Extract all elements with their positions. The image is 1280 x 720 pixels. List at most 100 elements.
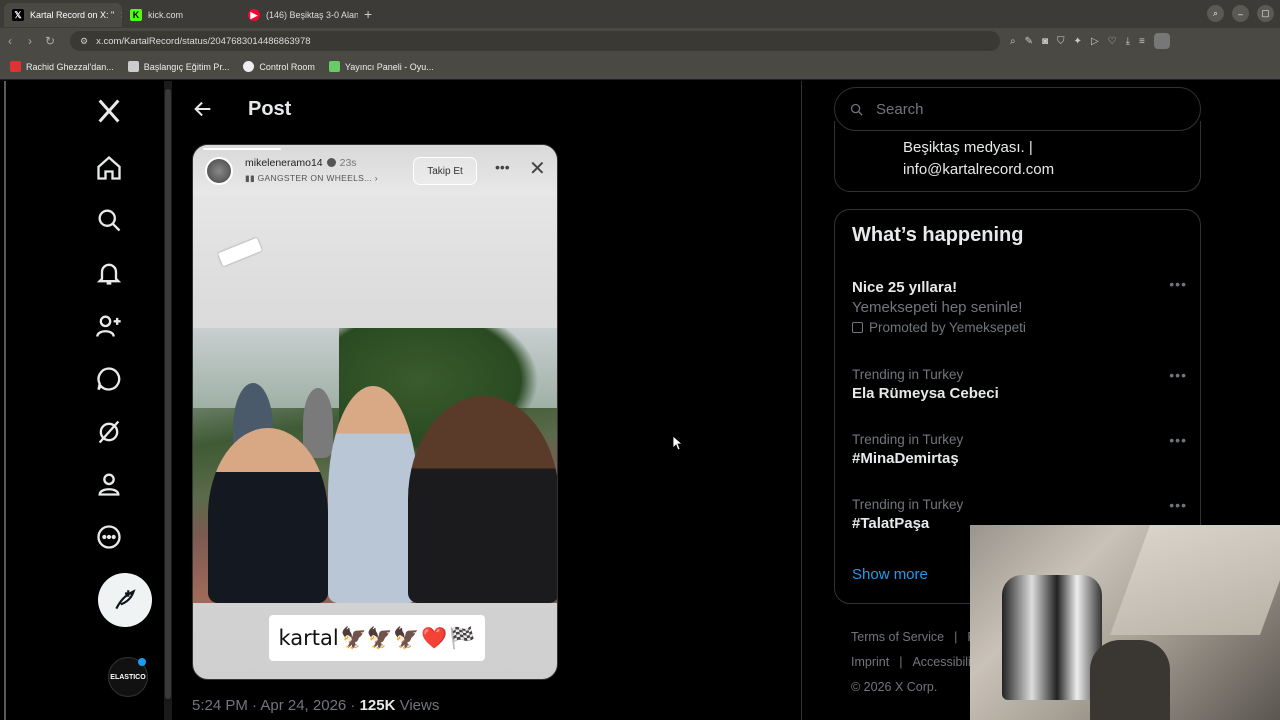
url-field[interactable]: ⚙ x.com/KartalRecord/status/204768301448… bbox=[70, 31, 1000, 51]
edit-icon[interactable]: ✎ bbox=[1025, 36, 1033, 47]
bio-email[interactable]: info@kartalrecord.com bbox=[903, 159, 1054, 181]
extension-icons: ⌕ ✎ ◙ ⛉ ✦ ▷ ♡ ⤓ ≡ bbox=[1010, 33, 1170, 49]
tab-kick[interactable]: K kick.com bbox=[122, 3, 240, 27]
search-placeholder: Search bbox=[876, 100, 924, 118]
footer-separator: | bbox=[899, 655, 903, 669]
trend-context: Trending in Turkey bbox=[852, 367, 964, 382]
tab-youtube[interactable]: ▶ (146) Beşiktaş 3-0 Alany bbox=[240, 3, 358, 27]
notification-dot bbox=[138, 658, 146, 666]
account-avatar[interactable]: ELASTICO bbox=[108, 657, 148, 697]
photo-person bbox=[328, 386, 418, 603]
follow-button[interactable]: Takip Et bbox=[413, 157, 477, 185]
page-title: Post bbox=[248, 97, 292, 120]
mouse-cursor-icon bbox=[672, 435, 682, 451]
shield-icon[interactable]: ⛉ bbox=[1057, 36, 1065, 47]
play-icon[interactable]: ▷ bbox=[1091, 36, 1099, 47]
more-dots-icon[interactable]: ••• bbox=[1169, 367, 1187, 383]
maximize-icon[interactable]: ▢ bbox=[1257, 5, 1274, 22]
search-icon[interactable] bbox=[90, 201, 128, 239]
promoted-label: Promoted by Yemeksepeti bbox=[852, 320, 1187, 335]
more-circle-icon[interactable] bbox=[90, 518, 128, 556]
window-controls: ⌕ – ▢ bbox=[1207, 5, 1274, 22]
story-music-title: GANGSTER ON WHEELS... bbox=[257, 173, 373, 183]
more-dots-icon[interactable]: ••• bbox=[495, 159, 510, 175]
checkered-flag-icon: 🏁 bbox=[449, 625, 476, 650]
page-icon bbox=[127, 61, 139, 72]
music-bars-icon: ▮▮ bbox=[245, 173, 258, 183]
close-icon[interactable]: ✕ bbox=[529, 159, 546, 179]
more-dots-icon[interactable]: ••• bbox=[1169, 276, 1187, 292]
post-header: Post bbox=[176, 81, 802, 137]
photo-person bbox=[408, 396, 557, 603]
trend-name: Ela Rümeysa Cebeci bbox=[852, 385, 999, 402]
bookmark-favicon-icon bbox=[10, 61, 21, 72]
accessibility-link[interactable]: Accessibili bbox=[912, 655, 970, 669]
zoom-icon[interactable]: ⌕ bbox=[1010, 36, 1016, 47]
bell-icon[interactable] bbox=[90, 254, 128, 292]
story-user[interactable]: mikeleneramo14 23s bbox=[245, 157, 357, 169]
url-text: x.com/KartalRecord/status/20476830144868… bbox=[96, 35, 311, 47]
avatar[interactable] bbox=[205, 157, 233, 185]
copyright: © 2026 X Corp. bbox=[851, 680, 938, 694]
bookmark-item[interactable]: Control Room bbox=[243, 61, 315, 72]
bookmark-item[interactable]: Başlangıç Eğitim Pr... bbox=[127, 61, 229, 72]
new-tab-button[interactable]: + bbox=[364, 6, 372, 22]
compose-post-button[interactable] bbox=[98, 573, 152, 627]
extension-puzzle-icon[interactable]: ✦ bbox=[1074, 36, 1082, 47]
trend-item[interactable]: Trending in Turkey #MinaDemirtaş ••• bbox=[852, 432, 1187, 467]
camera-icon[interactable]: ◙ bbox=[1042, 36, 1048, 47]
terms-link[interactable]: Terms of Service bbox=[851, 630, 944, 644]
post-media[interactable]: mikeleneramo14 23s ▮▮ GANGSTER ON WHEELS.… bbox=[192, 144, 558, 680]
search-tabs-icon[interactable]: ⌕ bbox=[1207, 5, 1224, 22]
more-dots-icon[interactable]: ••• bbox=[1169, 497, 1187, 513]
verified-icon bbox=[326, 158, 336, 167]
kick-icon: K bbox=[130, 9, 142, 21]
nav-scrollbar[interactable] bbox=[164, 81, 172, 720]
section-title: What’s happening bbox=[852, 224, 1024, 246]
trend-context: Trending in Turkey bbox=[852, 497, 964, 512]
grok-icon[interactable] bbox=[90, 413, 128, 451]
show-more-link[interactable]: Show more bbox=[852, 566, 928, 583]
browser-tab-strip: 𝕏 Kartal Record on X: " ✕ K kick.com ▶ (… bbox=[0, 0, 1280, 28]
post-time[interactable]: 5:24 PM · Apr 24, 2026 · bbox=[192, 697, 360, 714]
address-bar-row: ‹ › ↻ ⚙ x.com/KartalRecord/status/204768… bbox=[0, 28, 1280, 54]
bookmark-item[interactable]: Yayıncı Paneli - Oyu... bbox=[328, 61, 434, 72]
site-info-icon[interactable]: ⚙ bbox=[80, 36, 88, 47]
more-dots-icon[interactable]: ••• bbox=[1169, 432, 1187, 448]
add-person-icon[interactable] bbox=[90, 307, 128, 345]
menu-icon[interactable]: ≡ bbox=[1139, 36, 1145, 47]
download-icon[interactable]: ⤓ bbox=[1126, 36, 1130, 47]
webcam-jersey bbox=[1002, 575, 1102, 700]
forward-arrow-icon[interactable]: › bbox=[20, 34, 40, 48]
x-logo-icon[interactable] bbox=[90, 92, 128, 130]
back-arrow-icon[interactable]: ‹ bbox=[0, 34, 20, 48]
home-icon[interactable] bbox=[90, 149, 128, 187]
heart-emoji-icon: ❤️ bbox=[421, 625, 448, 650]
profile-icon[interactable] bbox=[90, 465, 128, 503]
chat-bubble-icon[interactable] bbox=[90, 360, 128, 398]
bookmarks-bar: Rachid Ghezzal'dan... Başlangıç Eğitim P… bbox=[0, 54, 1280, 80]
bookmark-item[interactable]: Rachid Ghezzal'dan... bbox=[10, 61, 114, 72]
search-input[interactable]: Search bbox=[834, 87, 1201, 131]
webcam-wall bbox=[1109, 525, 1280, 635]
story-music[interactable]: ▮▮ GANGSTER ON WHEELS... › bbox=[245, 173, 378, 184]
story-sticker bbox=[217, 237, 263, 267]
tab-label: (146) Beşiktaş 3-0 Alany bbox=[266, 10, 358, 20]
minimize-icon[interactable]: – bbox=[1232, 5, 1249, 22]
back-arrow-icon[interactable] bbox=[192, 98, 214, 120]
search-icon bbox=[850, 103, 863, 116]
story-photo bbox=[193, 328, 557, 603]
profile-icon[interactable] bbox=[1153, 33, 1170, 49]
trend-context: Trending in Turkey bbox=[852, 432, 964, 447]
scrollbar-thumb[interactable] bbox=[165, 89, 171, 699]
trend-item[interactable]: Nice 25 yıllara! Yemeksepeti hep seninle… bbox=[852, 276, 1187, 335]
footer-separator: | bbox=[954, 630, 958, 644]
tab-label: kick.com bbox=[148, 10, 184, 20]
tab-kartal-record[interactable]: 𝕏 Kartal Record on X: " ✕ bbox=[4, 3, 122, 27]
heart-icon[interactable]: ♡ bbox=[1108, 36, 1117, 47]
x-logo-icon: 𝕏 bbox=[12, 9, 24, 21]
reload-icon[interactable]: ↻ bbox=[40, 34, 60, 48]
imprint-link[interactable]: Imprint bbox=[851, 655, 889, 669]
control-room-icon bbox=[243, 61, 255, 72]
trend-item[interactable]: Trending in Turkey Ela Rümeysa Cebeci ••… bbox=[852, 367, 1187, 402]
